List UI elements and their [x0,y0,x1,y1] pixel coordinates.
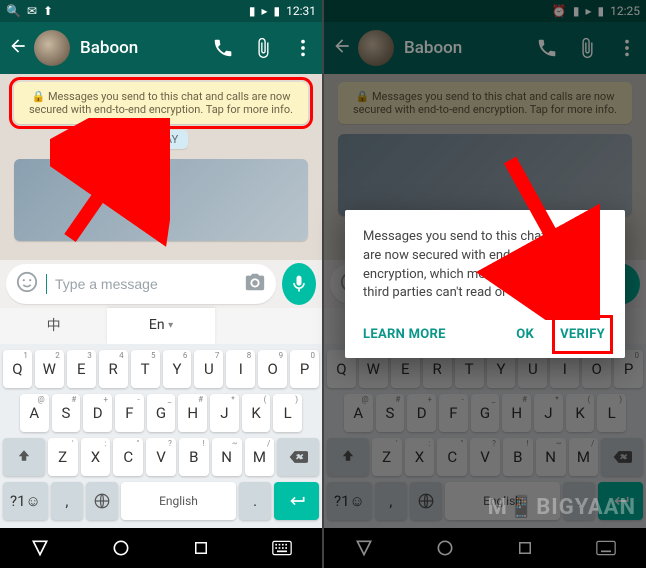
key-b[interactable]: B! [179,438,209,476]
encryption-banner[interactable]: 🔒 Messages you send to this chat and cal… [14,82,308,124]
key-e[interactable]: E3 [67,350,96,388]
message-input-bar [0,260,322,308]
emoji-icon[interactable] [16,271,38,297]
chat-body[interactable]: 🔒 Messages you send to this chat and cal… [0,74,322,260]
backspace-key[interactable] [277,438,319,476]
key-r[interactable]: R4 [99,350,128,388]
key-t[interactable]: T5 [131,350,160,388]
key-s[interactable]: S# [52,394,81,432]
text-cursor [46,274,47,294]
contact-name[interactable]: Baboon [80,38,202,58]
kb-row1: Q1W2E3R4T5Y6U7I8O9P0 [3,350,319,388]
camera-icon[interactable] [244,271,266,297]
key-h[interactable]: H# [178,394,207,432]
wifi-icon: ▸ [261,4,267,18]
key-l[interactable]: L) [273,394,302,432]
battery-icon: ▮ [274,4,281,18]
keyboard-language-tabs: 中 En ▾ [0,308,322,344]
mic-button[interactable] [282,263,316,305]
key-x[interactable]: X: [81,438,111,476]
key-c[interactable]: C" [113,438,143,476]
avatar[interactable] [34,30,70,66]
lang-tab-blank[interactable] [215,308,322,344]
message-input[interactable] [55,276,236,292]
call-icon[interactable] [212,37,234,59]
learn-more-button[interactable]: LEARN MORE [361,321,448,348]
android-nav-bar [0,528,322,568]
key-d[interactable]: D+ [83,394,112,432]
notif-icon: ⬆ [43,4,53,18]
key-a[interactable]: A@ [20,394,49,432]
attach-icon[interactable] [252,37,274,59]
image-message[interactable] [14,159,308,241]
key-y[interactable]: Y6 [163,350,192,388]
signal-icon: ▮ [249,4,256,18]
key-g[interactable]: G_ [147,394,176,432]
key-o[interactable]: O9 [258,350,287,388]
key-n[interactable]: N~ [212,438,242,476]
clock: 12:31 [286,4,316,18]
kb-row2: A@S#D+F-G_H#J*K(L) [3,394,319,432]
overflow-icon[interactable] [292,37,314,59]
date-label: TODAY [134,130,188,149]
nav-back[interactable] [29,537,51,559]
lang-tab-en[interactable]: En ▾ [107,308,214,344]
enter-key[interactable] [274,482,319,520]
period-key[interactable]: . [239,482,271,520]
app-bar: Baboon [0,22,322,74]
notif-icon: 🔍 [6,4,21,18]
ok-button[interactable]: OK [514,321,536,348]
key-p[interactable]: P0 [290,350,319,388]
key-i[interactable]: I8 [226,350,255,388]
globe-key[interactable] [86,482,118,520]
status-bar: 🔍 ✉ ⬆ ▮ ▸ ▮ 12:31 [0,0,322,22]
key-f[interactable]: F- [115,394,144,432]
encryption-dialog: Messages you send to this chat and calls… [345,210,625,358]
symbols-key[interactable]: ?1☺ [3,482,48,520]
lang-tab-zh[interactable]: 中 [0,308,107,344]
dialog-body: Messages you send to this chat and calls… [363,228,607,303]
back-icon[interactable] [8,36,28,60]
key-j[interactable]: J* [210,394,239,432]
nav-home[interactable] [110,537,132,559]
nav-recents[interactable] [190,537,212,559]
nav-keyboard-icon[interactable] [271,537,293,559]
kb-row3: Z'X:C"V?B!N~M/ [3,438,319,476]
notif-icon: ✉ [27,4,37,18]
comma-key[interactable]: , [51,482,83,520]
key-m[interactable]: M/ [245,438,275,476]
key-u[interactable]: U7 [194,350,223,388]
keyboard: Q1W2E3R4T5Y6U7I8O9P0 A@S#D+F-G_H#J*K(L) … [0,344,322,528]
shift-key[interactable] [3,438,45,476]
modal-scrim[interactable]: Messages you send to this chat and calls… [324,0,646,568]
key-k[interactable]: K( [242,394,271,432]
key-q[interactable]: Q1 [3,350,32,388]
verify-button[interactable]: VERIFY [558,321,607,348]
key-w[interactable]: W2 [35,350,64,388]
space-key[interactable]: English [121,482,236,520]
key-v[interactable]: V? [146,438,176,476]
key-z[interactable]: Z' [48,438,78,476]
